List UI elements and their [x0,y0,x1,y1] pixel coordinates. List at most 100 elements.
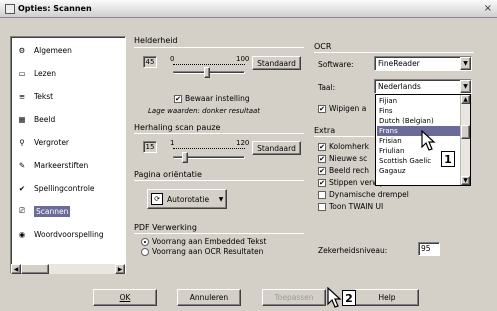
annuleren-button[interactable]: Annuleren [177,289,241,306]
sidebar-item-markeerstiften[interactable]: ✎ Markeerstiften [14,155,124,175]
checkbox-box[interactable]: ✔ [318,104,326,113]
software-label: Software: [318,60,354,69]
taal-value: Nederlands [378,82,421,91]
sidebar-horizontal-scrollbar[interactable]: ◀ ▶ [11,264,125,274]
checkbox-label: Wipigen a [329,104,367,113]
bewaar-instelling-checkbox[interactable]: ✔ Bewaar instelling [174,94,250,103]
checkbox-box[interactable]: ✔ [318,178,326,187]
toepassen-button-label: Toepassen [274,293,314,302]
title-bar: Opties: Scannen × [0,0,497,18]
software-value: FineReader [378,59,420,68]
close-icon[interactable]: × [484,3,492,14]
extra-option-nieuwe-scan[interactable]: ✔ Nieuwe sc [318,154,367,163]
sidebar-item-label: Scannen [34,205,71,217]
helderheid-slider[interactable] [173,67,245,78]
toepassen-button[interactable]: Toepassen [262,289,326,306]
checkbox-box[interactable]: ✔ [318,166,326,175]
helderheid-title: Helderheid [134,36,178,45]
divider [314,52,474,53]
scroll-track[interactable] [21,264,115,274]
herhaling-standaard-button[interactable]: Standaard [252,141,301,155]
magnifier-icon: ⚲ [19,137,25,147]
zekerheid-input[interactable]: 95 [418,242,440,256]
dropdown-option[interactable]: Fins [377,106,461,116]
ok-button[interactable]: OK [93,289,157,306]
zekerheid-label: Zekerheidsniveau: [318,246,388,255]
extra-option-beeld-recht[interactable]: ✔ Beeld rech [318,166,369,175]
extra-option-twain[interactable]: Toon TWAIN UI [318,202,383,211]
sidebar-item-spellingcontrole[interactable]: ✔ Spellingcontrole [14,178,124,198]
sidebar-item-label: Woordvoorspelling [34,229,104,239]
dropdown-option-highlighted[interactable]: Frans [377,126,461,136]
ocr-title: OCR [314,42,332,51]
chevron-down-icon[interactable]: ▼ [460,80,471,93]
sidebar-item-vergroter[interactable]: ⚲ Vergroter [14,132,124,152]
help-button[interactable]: Help [355,289,419,306]
marker-icon: ✎ [18,160,26,170]
dropdown-scrollbar[interactable]: ▲ ▼ [460,95,470,185]
scroll-down-icon[interactable]: ▼ [461,176,470,185]
window-icon [5,4,15,14]
chevron-down-icon[interactable]: ▼ [460,57,471,70]
wipigen-checkbox[interactable]: ✔ Wipigen a [318,104,366,113]
extra-option-dynamische-drempel[interactable]: Dynamische drempel [318,190,409,199]
callout-badge-1: 1 [441,151,455,167]
sidebar-item-beeld[interactable]: ▦ Beeld [14,109,124,129]
pdf-option-embedded[interactable]: Voorrang aan Embedded Tekst [141,237,266,246]
checkbox-box[interactable] [318,202,326,211]
sidebar-item-woordvoorspelling[interactable]: ◉ Woordvoorspelling [14,224,124,244]
mouse-pointer-icon [421,130,436,151]
sidebar-item-label: Vergroter [34,137,70,147]
pdf-option-ocr[interactable]: Voorrang aan OCR Resultaten [141,247,263,256]
sidebar-item-label: Lezen [34,68,56,78]
radio-label: Voorrang aan Embedded Tekst [152,237,267,246]
taal-combo[interactable]: Nederlands ▼ [374,79,472,94]
sidebar-item-tekst[interactable]: ≡ Tekst [14,86,124,106]
extra-option-kolomherk[interactable]: ✔ Kolomherk [318,142,369,151]
checkbox-label: Bewaar instelling [185,94,250,103]
divider [134,133,304,134]
scanner-icon: ▭ [18,68,26,78]
divider [134,233,304,234]
herhaling-slider[interactable] [173,152,245,163]
rotate-icon: ⟳ [151,193,163,205]
checkbox-label: Dynamische drempel [329,190,409,199]
radio-label: Voorrang aan OCR Resultaten [152,247,264,256]
scroll-up-icon[interactable]: ▲ [461,95,470,104]
checkbox-label: Beeld rech [329,166,370,175]
checkbox-label: Toon TWAIN UI [329,202,384,211]
scroll-left-icon[interactable]: ◀ [11,264,21,274]
dropdown-option[interactable]: Dutch (Belgian) [377,116,461,126]
orientatie-dropdown[interactable]: ⟳ Autorotatie ▼ [147,189,227,209]
herhaling-max: 120 [236,139,250,147]
helderheid-standaard-button[interactable]: Standaard [252,56,301,70]
radio-button[interactable] [141,237,149,246]
spellcheck-icon: ✔ [18,183,26,193]
scroll-thumb[interactable] [461,125,470,139]
helderheid-min: 0 [170,55,175,63]
orientatie-title: Pagina oriëntatie [134,170,202,179]
software-combo[interactable]: FineReader ▼ [374,56,472,71]
herhaling-ticks [173,148,245,151]
radio-button[interactable] [141,247,149,256]
sidebar-item-lezen[interactable]: ▭ Lezen [14,63,124,83]
settings-icon: ⚙ [18,45,26,55]
sidebar-item-label: Tekst [34,91,54,101]
chevron-down-icon: ▼ [218,195,224,203]
checkbox-box[interactable]: ✔ [174,94,182,103]
sidebar-item-scannen[interactable]: ⎚ Scannen [14,201,124,221]
helderheid-max: 100 [236,55,250,63]
checkbox-box[interactable]: ✔ [318,154,326,163]
category-list[interactable]: ⚙ Algemeen ▭ Lezen ≡ Tekst ▦ Beeld ⚲ Ver… [10,36,126,274]
dropdown-option[interactable]: Frisian [377,136,461,146]
checkbox-box[interactable]: ✔ [318,142,326,151]
extra-title: Extra [314,126,336,135]
dropdown-option[interactable]: Fijian [377,96,461,106]
checkbox-box[interactable] [318,190,326,199]
scroll-thumb[interactable] [21,264,49,274]
scroll-right-icon[interactable]: ▶ [115,264,125,274]
dropdown-option[interactable]: Gagauz [377,166,461,176]
sidebar-item-algemeen[interactable]: ⚙ Algemeen [14,40,124,60]
herhaling-slider-thumb[interactable] [182,152,188,163]
helderheid-slider-thumb[interactable] [204,67,210,78]
